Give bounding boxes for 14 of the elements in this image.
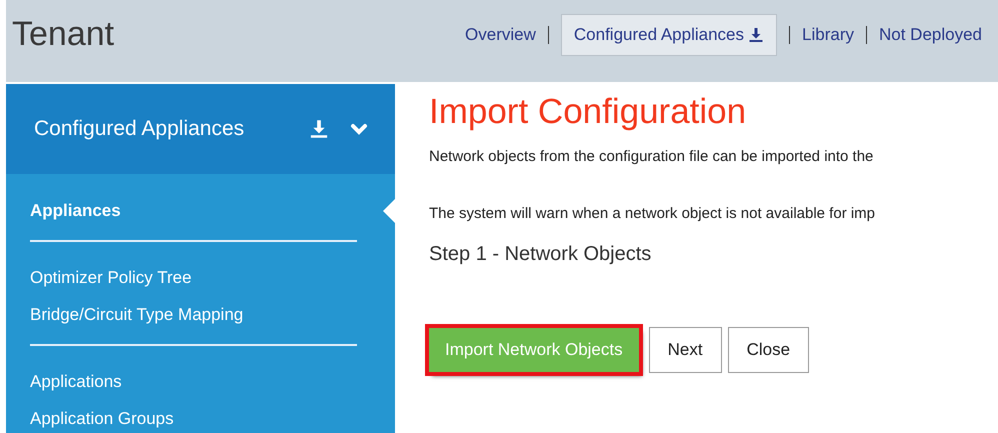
description-text: Network objects from the configuration file can be imported into the (429, 147, 874, 167)
nav-link[interactable]: Overview (465, 22, 536, 48)
page-title: Import Configuration (429, 91, 748, 133)
selection-pointer (383, 198, 395, 222)
action-button[interactable]: Next (648, 327, 722, 373)
download-icon (309, 119, 329, 139)
action-button[interactable]: Close (728, 327, 810, 373)
description-text: The system will warn when a network object is not available for imp (429, 204, 876, 224)
nav-link[interactable]: Not Deployed (878, 22, 982, 48)
step-heading: Step 1 - Network Objects (429, 242, 652, 267)
sidebar-title: Configured Appliances (34, 116, 246, 142)
app-title: Tenant (12, 14, 114, 54)
nav-link[interactable]: Configured Appliances (560, 14, 778, 56)
nav-link[interactable]: Library (802, 22, 854, 48)
